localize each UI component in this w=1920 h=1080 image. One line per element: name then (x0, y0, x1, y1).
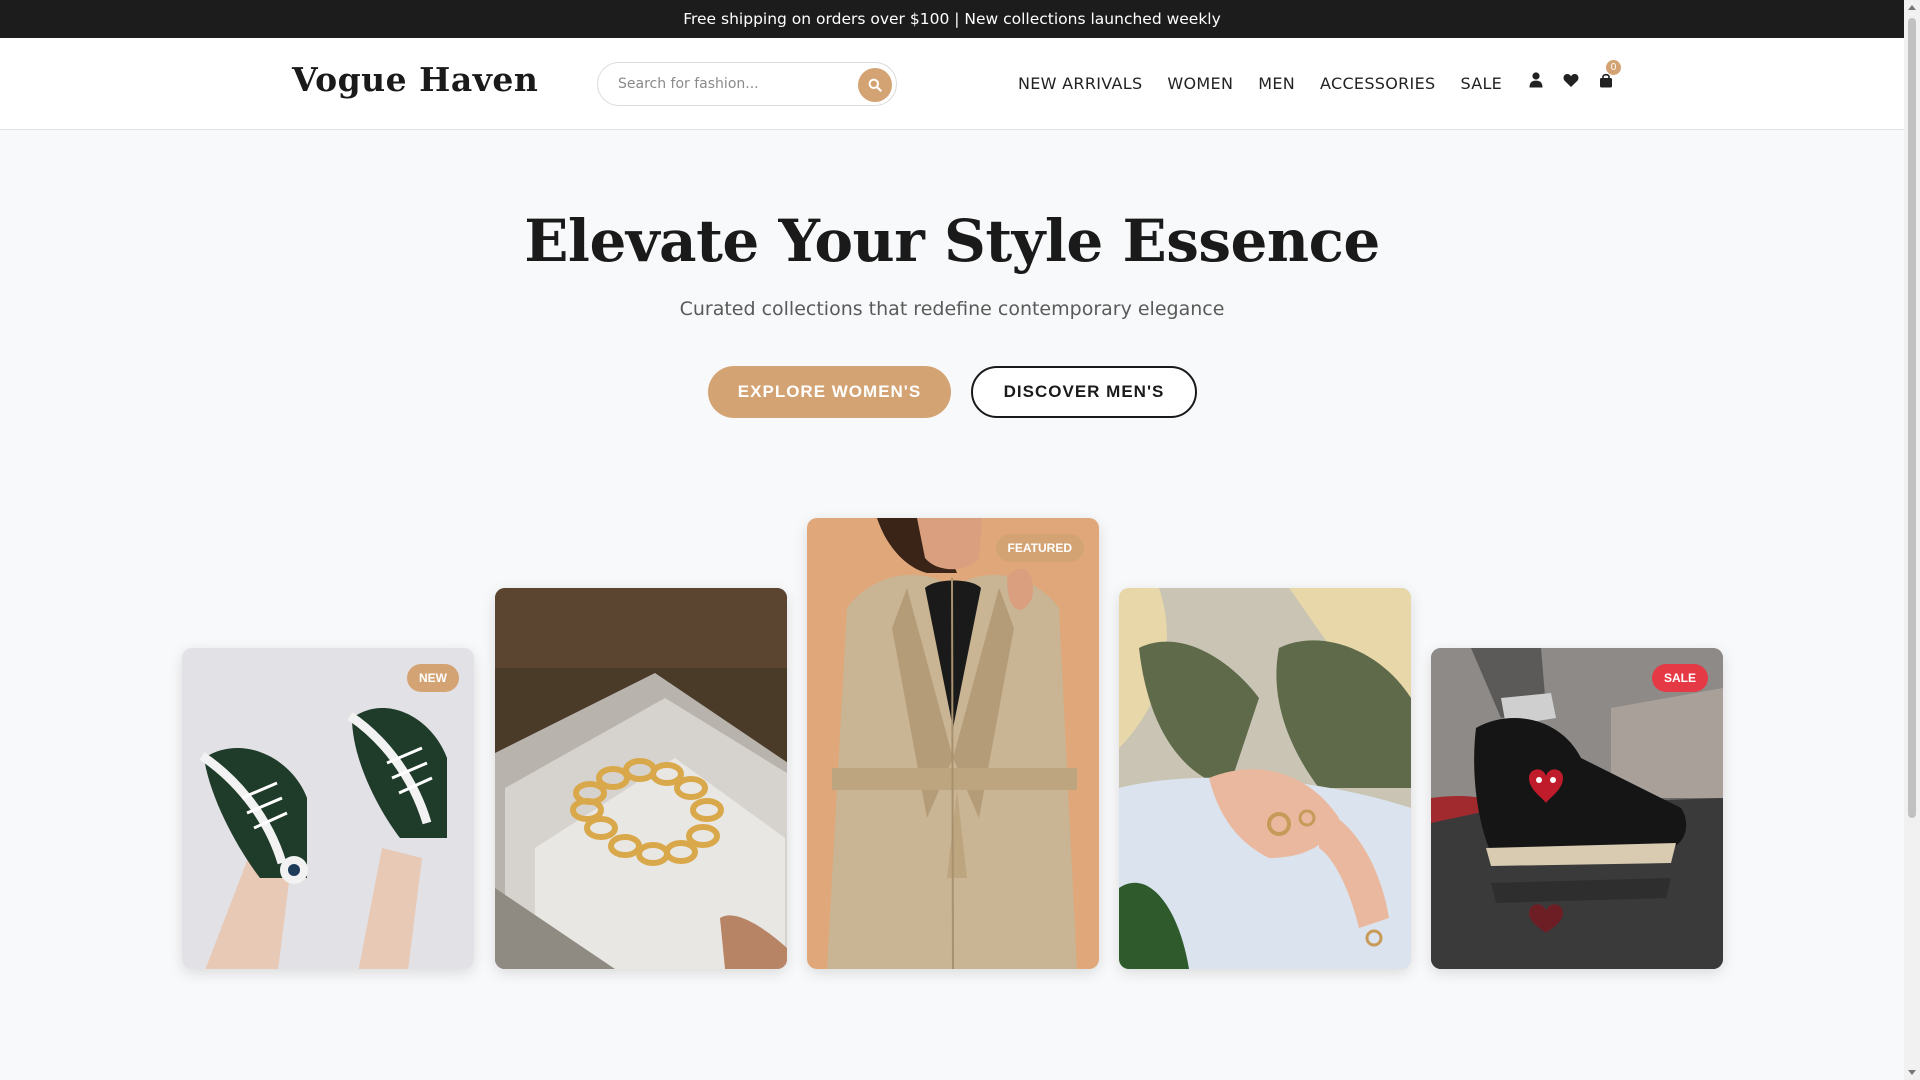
announcement-bar: Free shipping on orders over $100 | New … (0, 0, 1904, 38)
product-card-gold-chain[interactable] (495, 588, 787, 969)
nav-new-arrivals[interactable]: NEW ARRIVALS (1018, 74, 1142, 93)
nav-accessories[interactable]: ACCESSORIES (1320, 74, 1435, 93)
badge-new: NEW (407, 664, 459, 692)
trench-coat-image (807, 518, 1099, 969)
product-card-trench-coat[interactable]: FEATURED (807, 518, 1099, 969)
product-card-black-sneaker[interactable]: SALE (1431, 648, 1723, 969)
gold-chain-image (495, 588, 787, 969)
explore-womens-button[interactable]: EXPLORE WOMEN'S (708, 366, 951, 418)
rings-knit-image (1119, 588, 1411, 969)
hero-subtitle: Curated collections that redefine contem… (679, 298, 1225, 320)
search-icon (868, 78, 882, 92)
search-input[interactable] (618, 63, 848, 105)
nav-women[interactable]: WOMEN (1167, 74, 1233, 93)
site-logo[interactable]: Vogue Haven (292, 60, 538, 99)
product-card-green-sneakers[interactable]: NEW (182, 648, 474, 969)
wishlist-button[interactable] (1562, 71, 1580, 89)
cart-button[interactable]: 0 (1597, 60, 1621, 89)
heart-icon (1563, 73, 1579, 87)
scroll-thumb[interactable] (1908, 18, 1916, 818)
page-scrollbar[interactable] (1904, 0, 1920, 1080)
cart-count-badge: 0 (1606, 60, 1621, 75)
black-sneaker-image (1431, 648, 1723, 969)
account-button[interactable] (1527, 71, 1545, 89)
badge-featured: FEATURED (995, 534, 1084, 562)
user-icon (1529, 72, 1543, 88)
badge-sale: SALE (1651, 664, 1708, 692)
search-button[interactable] (858, 68, 892, 102)
scroll-down-arrow[interactable] (1908, 1070, 1916, 1075)
header-icons: 0 (1527, 60, 1632, 89)
search-bar (597, 62, 897, 106)
nav-sale[interactable]: SALE (1460, 74, 1502, 93)
scroll-up-arrow[interactable] (1908, 5, 1916, 10)
discover-mens-button[interactable]: DISCOVER MEN'S (971, 366, 1197, 418)
hero-title: Elevate Your Style Essence (524, 207, 1380, 275)
product-card-rings[interactable] (1119, 588, 1411, 969)
nav-men[interactable]: MEN (1258, 74, 1295, 93)
green-sneakers-image (182, 648, 474, 969)
main-nav: NEW ARRIVALS WOMEN MEN ACCESSORIES SALE (1018, 71, 1527, 95)
site-header: Vogue Haven NEW ARRIVALS WOMEN MEN ACCES… (0, 38, 1904, 130)
